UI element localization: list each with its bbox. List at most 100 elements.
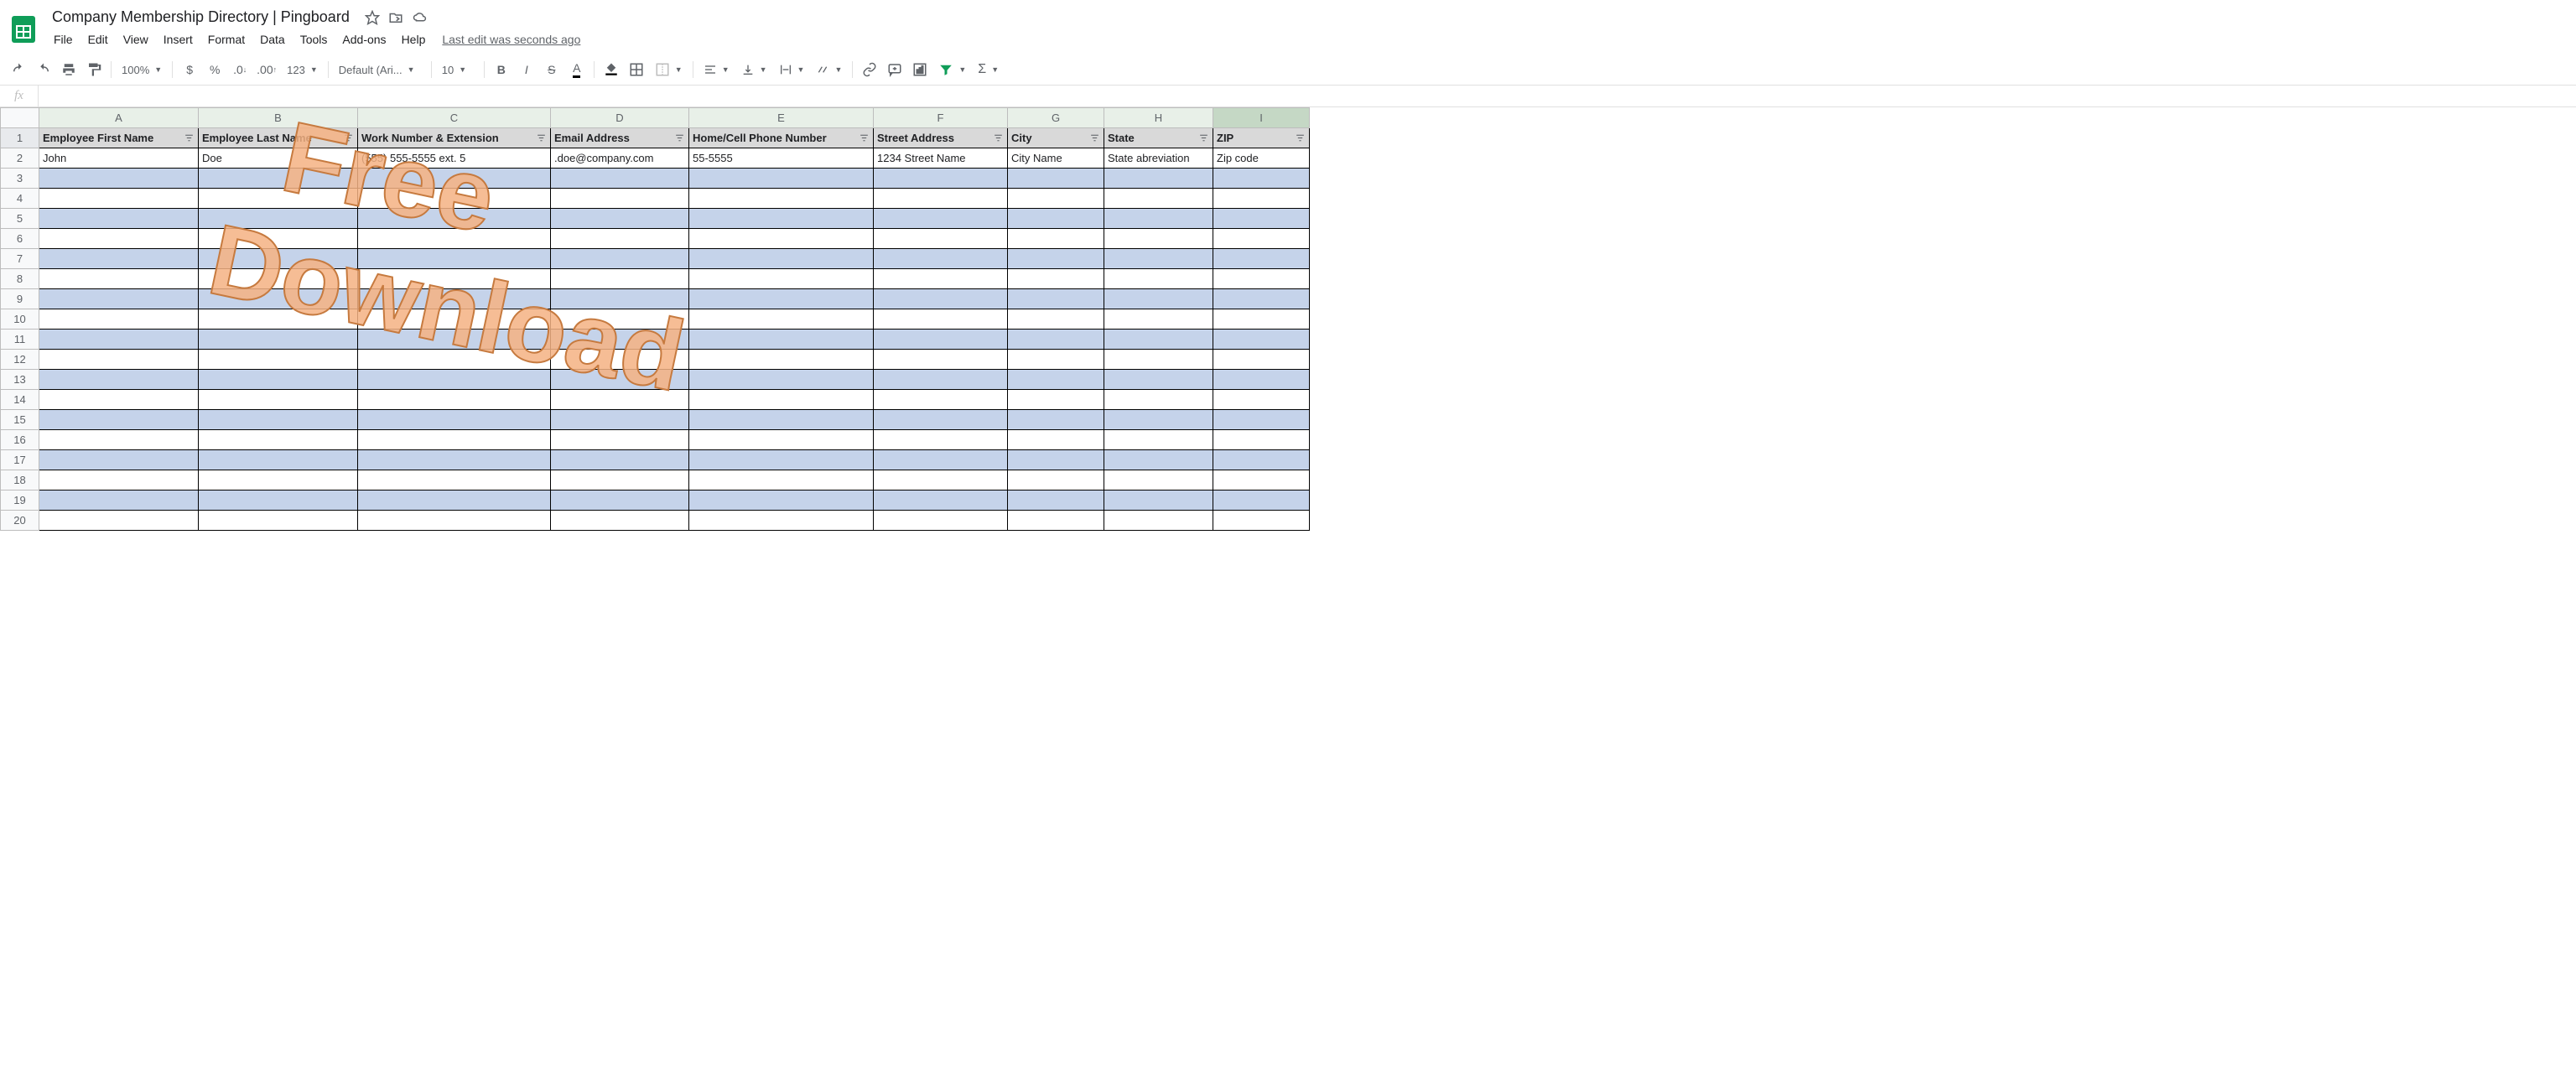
cell-A8[interactable] (39, 269, 199, 289)
cell-D9[interactable] (551, 289, 689, 309)
cell-A13[interactable] (39, 370, 199, 390)
cell-H7[interactable] (1104, 249, 1213, 269)
cell-A9[interactable] (39, 289, 199, 309)
cell-C19[interactable] (358, 490, 551, 511)
cell-A20[interactable] (39, 511, 199, 531)
cell-A3[interactable] (39, 169, 199, 189)
cell-F9[interactable] (874, 289, 1008, 309)
column-header-G[interactable]: G (1008, 108, 1104, 128)
cell-B12[interactable] (199, 350, 358, 370)
cell-B15[interactable] (199, 410, 358, 430)
filter-icon[interactable] (673, 132, 686, 145)
header-cell-A[interactable]: Employee First Name (39, 128, 199, 148)
cell-B13[interactable] (199, 370, 358, 390)
cell-E11[interactable] (689, 330, 874, 350)
menu-insert[interactable]: Insert (157, 29, 200, 49)
filter-icon[interactable] (1293, 132, 1306, 145)
text-color-button[interactable]: A (565, 58, 589, 81)
fill-color-button[interactable] (600, 58, 623, 81)
cell-D4[interactable] (551, 189, 689, 209)
font-size-select[interactable]: 10▼ (437, 58, 479, 81)
cell-C13[interactable] (358, 370, 551, 390)
cell-C17[interactable] (358, 450, 551, 470)
cell-F13[interactable] (874, 370, 1008, 390)
cell-A14[interactable] (39, 390, 199, 410)
cell-I4[interactable] (1213, 189, 1310, 209)
cell-D2[interactable]: .doe@company.com (551, 148, 689, 169)
cell-D10[interactable] (551, 309, 689, 330)
column-header-H[interactable]: H (1104, 108, 1213, 128)
cell-D19[interactable] (551, 490, 689, 511)
cell-B19[interactable] (199, 490, 358, 511)
cell-E5[interactable] (689, 209, 874, 229)
cell-G16[interactable] (1008, 430, 1104, 450)
cell-I16[interactable] (1213, 430, 1310, 450)
cell-A4[interactable] (39, 189, 199, 209)
row-header-11[interactable]: 11 (1, 330, 39, 350)
cell-G8[interactable] (1008, 269, 1104, 289)
row-header-7[interactable]: 7 (1, 249, 39, 269)
link-button[interactable] (858, 58, 881, 81)
cell-G17[interactable] (1008, 450, 1104, 470)
cell-G10[interactable] (1008, 309, 1104, 330)
cell-D3[interactable] (551, 169, 689, 189)
cell-A2[interactable]: John (39, 148, 199, 169)
cell-B11[interactable] (199, 330, 358, 350)
cell-A10[interactable] (39, 309, 199, 330)
cell-C16[interactable] (358, 430, 551, 450)
row-header-12[interactable]: 12 (1, 350, 39, 370)
cell-C9[interactable] (358, 289, 551, 309)
cell-E6[interactable] (689, 229, 874, 249)
cell-H12[interactable] (1104, 350, 1213, 370)
cell-D7[interactable] (551, 249, 689, 269)
cell-G9[interactable] (1008, 289, 1104, 309)
cell-E4[interactable] (689, 189, 874, 209)
cell-G7[interactable] (1008, 249, 1104, 269)
cell-A19[interactable] (39, 490, 199, 511)
cell-I17[interactable] (1213, 450, 1310, 470)
undo-button[interactable] (7, 58, 30, 81)
cell-G20[interactable] (1008, 511, 1104, 531)
cell-F12[interactable] (874, 350, 1008, 370)
font-select[interactable]: Default (Ari...▼ (334, 58, 426, 81)
cell-E2[interactable]: 55-5555 (689, 148, 874, 169)
cell-G12[interactable] (1008, 350, 1104, 370)
cell-G14[interactable] (1008, 390, 1104, 410)
cell-C15[interactable] (358, 410, 551, 430)
cell-D18[interactable] (551, 470, 689, 490)
cell-A6[interactable] (39, 229, 199, 249)
cell-B5[interactable] (199, 209, 358, 229)
row-header-18[interactable]: 18 (1, 470, 39, 490)
filter-icon[interactable] (341, 132, 355, 145)
cell-F8[interactable] (874, 269, 1008, 289)
menu-tools[interactable]: Tools (293, 29, 335, 49)
header-cell-D[interactable]: Email Address (551, 128, 689, 148)
chart-button[interactable] (908, 58, 932, 81)
row-header-3[interactable]: 3 (1, 169, 39, 189)
cell-E20[interactable] (689, 511, 874, 531)
cell-B8[interactable] (199, 269, 358, 289)
cell-C8[interactable] (358, 269, 551, 289)
cell-H20[interactable] (1104, 511, 1213, 531)
cell-H5[interactable] (1104, 209, 1213, 229)
cell-D15[interactable] (551, 410, 689, 430)
more-formats-select[interactable]: 123▼ (282, 58, 323, 81)
cell-G13[interactable] (1008, 370, 1104, 390)
redo-button[interactable] (32, 58, 55, 81)
increase-decimal-button[interactable]: .00↑ (253, 58, 280, 81)
cell-H17[interactable] (1104, 450, 1213, 470)
cell-C14[interactable] (358, 390, 551, 410)
cell-H8[interactable] (1104, 269, 1213, 289)
cell-F2[interactable]: 1234 Street Name (874, 148, 1008, 169)
paint-format-button[interactable] (82, 58, 106, 81)
cell-E8[interactable] (689, 269, 874, 289)
cell-I11[interactable] (1213, 330, 1310, 350)
cell-H18[interactable] (1104, 470, 1213, 490)
cell-A15[interactable] (39, 410, 199, 430)
cell-H14[interactable] (1104, 390, 1213, 410)
formula-input[interactable] (39, 86, 2576, 106)
cell-I20[interactable] (1213, 511, 1310, 531)
row-header-17[interactable]: 17 (1, 450, 39, 470)
cell-H4[interactable] (1104, 189, 1213, 209)
functions-button[interactable]: Σ▼ (973, 58, 1004, 81)
